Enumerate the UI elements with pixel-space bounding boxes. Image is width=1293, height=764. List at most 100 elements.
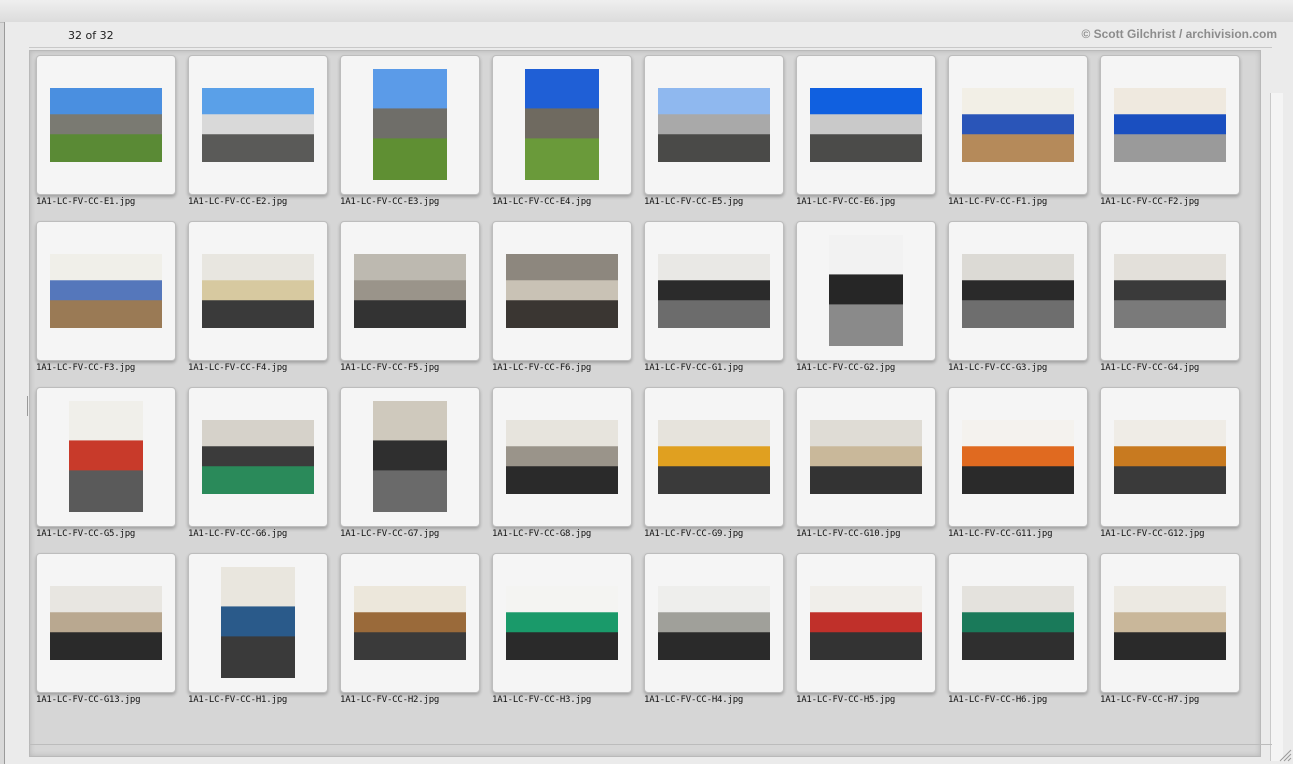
thumbnail-image[interactable] xyxy=(373,401,447,512)
thumbnail-image[interactable] xyxy=(1114,586,1226,660)
thumbnail-cell[interactable]: 1A1-LC-FV-CC-E6.jpg xyxy=(796,55,936,215)
thumbnail-frame[interactable] xyxy=(1100,387,1240,527)
vertical-scrollbar[interactable] xyxy=(1270,93,1283,761)
resize-grip-icon[interactable] xyxy=(1278,748,1292,762)
thumbnail-frame[interactable] xyxy=(948,387,1088,527)
thumbnail-cell[interactable]: 1A1-LC-FV-CC-G13.jpg xyxy=(36,553,176,713)
thumbnail-image[interactable] xyxy=(69,401,143,512)
thumbnail-image[interactable] xyxy=(962,88,1074,162)
thumbnail-cell[interactable]: 1A1-LC-FV-CC-E5.jpg xyxy=(644,55,784,215)
thumbnail-frame[interactable] xyxy=(796,55,936,195)
thumbnail-frame[interactable] xyxy=(1100,55,1240,195)
thumbnail-image[interactable] xyxy=(221,567,295,678)
thumbnail-image[interactable] xyxy=(202,88,314,162)
thumbnail-cell[interactable]: 1A1-LC-FV-CC-E1.jpg xyxy=(36,55,176,215)
thumbnail-cell[interactable]: 1A1-LC-FV-CC-G10.jpg xyxy=(796,387,936,547)
thumbnail-frame[interactable] xyxy=(340,55,480,195)
thumbnail-frame[interactable] xyxy=(36,553,176,693)
thumbnail-cell[interactable]: 1A1-LC-FV-CC-G3.jpg xyxy=(948,221,1088,381)
thumbnail-image[interactable] xyxy=(1114,420,1226,494)
thumbnail-image[interactable] xyxy=(829,235,903,346)
thumbnail-cell[interactable]: 1A1-LC-FV-CC-H1.jpg xyxy=(188,553,328,713)
thumbnail-image[interactable] xyxy=(658,586,770,660)
thumbnail-cell[interactable]: 1A1-LC-FV-CC-H2.jpg xyxy=(340,553,480,713)
thumbnail-frame[interactable] xyxy=(796,387,936,527)
thumbnail-image[interactable] xyxy=(525,69,599,180)
thumbnail-filename: 1A1-LC-FV-CC-H6.jpg xyxy=(948,695,1048,705)
thumbnail-image[interactable] xyxy=(50,88,162,162)
thumbnail-cell[interactable]: 1A1-LC-FV-CC-F2.jpg xyxy=(1100,55,1240,215)
thumbnail-frame[interactable] xyxy=(948,553,1088,693)
thumbnail-image[interactable] xyxy=(658,420,770,494)
thumbnail-image[interactable] xyxy=(810,88,922,162)
thumbnail-image[interactable] xyxy=(506,586,618,660)
thumbnail-cell[interactable]: 1A1-LC-FV-CC-G8.jpg xyxy=(492,387,632,547)
thumbnail-image[interactable] xyxy=(506,254,618,328)
thumbnail-frame[interactable] xyxy=(1100,221,1240,361)
thumbnail-frame[interactable] xyxy=(340,221,480,361)
thumbnail-frame[interactable] xyxy=(948,221,1088,361)
thumbnail-frame[interactable] xyxy=(188,387,328,527)
thumbnail-image[interactable] xyxy=(810,420,922,494)
thumbnail-frame[interactable] xyxy=(340,553,480,693)
thumbnail-image[interactable] xyxy=(506,420,618,494)
thumbnail-frame[interactable] xyxy=(948,55,1088,195)
thumbnail-cell[interactable]: 1A1-LC-FV-CC-G12.jpg xyxy=(1100,387,1240,547)
thumbnail-frame[interactable] xyxy=(492,221,632,361)
thumbnail-cell[interactable]: 1A1-LC-FV-CC-F1.jpg xyxy=(948,55,1088,215)
thumbnail-frame[interactable] xyxy=(36,387,176,527)
thumbnail-frame[interactable] xyxy=(492,387,632,527)
thumbnail-image[interactable] xyxy=(658,88,770,162)
thumbnail-cell[interactable]: 1A1-LC-FV-CC-G1.jpg xyxy=(644,221,784,381)
thumbnail-cell[interactable]: 1A1-LC-FV-CC-G6.jpg xyxy=(188,387,328,547)
thumbnail-cell[interactable]: 1A1-LC-FV-CC-G7.jpg xyxy=(340,387,480,547)
thumbnail-image[interactable] xyxy=(354,254,466,328)
thumbnail-frame[interactable] xyxy=(644,553,784,693)
thumbnail-frame[interactable] xyxy=(796,221,936,361)
thumbnail-frame[interactable] xyxy=(492,55,632,195)
thumbnail-image[interactable] xyxy=(1114,254,1226,328)
thumbnail-cell[interactable]: 1A1-LC-FV-CC-G2.jpg xyxy=(796,221,936,381)
thumbnail-image[interactable] xyxy=(202,254,314,328)
thumbnail-cell[interactable]: 1A1-LC-FV-CC-H7.jpg xyxy=(1100,553,1240,713)
thumbnail-image[interactable] xyxy=(962,254,1074,328)
thumbnail-image[interactable] xyxy=(658,254,770,328)
thumbnail-frame[interactable] xyxy=(796,553,936,693)
thumbnail-cell[interactable]: 1A1-LC-FV-CC-E4.jpg xyxy=(492,55,632,215)
thumbnail-cell[interactable]: 1A1-LC-FV-CC-F3.jpg xyxy=(36,221,176,381)
thumbnail-cell[interactable]: 1A1-LC-FV-CC-H5.jpg xyxy=(796,553,936,713)
thumbnail-cell[interactable]: 1A1-LC-FV-CC-F5.jpg xyxy=(340,221,480,381)
thumbnail-cell[interactable]: 1A1-LC-FV-CC-E3.jpg xyxy=(340,55,480,215)
lightbox-window: 32 of 32 © Scott Gilchrist / archivision… xyxy=(4,22,1293,764)
thumbnail-image[interactable] xyxy=(50,254,162,328)
thumbnail-cell[interactable]: 1A1-LC-FV-CC-H4.jpg xyxy=(644,553,784,713)
thumbnail-cell[interactable]: 1A1-LC-FV-CC-G5.jpg xyxy=(36,387,176,547)
thumbnail-image[interactable] xyxy=(202,420,314,494)
thumbnail-frame[interactable] xyxy=(36,55,176,195)
thumbnail-cell[interactable]: 1A1-LC-FV-CC-G9.jpg xyxy=(644,387,784,547)
thumbnail-image[interactable] xyxy=(1114,88,1226,162)
thumbnail-image[interactable] xyxy=(962,420,1074,494)
thumbnail-frame[interactable] xyxy=(188,553,328,693)
thumbnail-cell[interactable]: 1A1-LC-FV-CC-F4.jpg xyxy=(188,221,328,381)
thumbnail-image[interactable] xyxy=(354,586,466,660)
thumbnail-cell[interactable]: 1A1-LC-FV-CC-G11.jpg xyxy=(948,387,1088,547)
thumbnail-cell[interactable]: 1A1-LC-FV-CC-H3.jpg xyxy=(492,553,632,713)
thumbnail-image[interactable] xyxy=(962,586,1074,660)
thumbnail-frame[interactable] xyxy=(340,387,480,527)
thumbnail-image[interactable] xyxy=(373,69,447,180)
thumbnail-frame[interactable] xyxy=(644,55,784,195)
thumbnail-image[interactable] xyxy=(810,586,922,660)
thumbnail-image[interactable] xyxy=(50,586,162,660)
thumbnail-frame[interactable] xyxy=(492,553,632,693)
thumbnail-frame[interactable] xyxy=(188,221,328,361)
thumbnail-cell[interactable]: 1A1-LC-FV-CC-E2.jpg xyxy=(188,55,328,215)
thumbnail-frame[interactable] xyxy=(36,221,176,361)
thumbnail-frame[interactable] xyxy=(644,221,784,361)
thumbnail-frame[interactable] xyxy=(188,55,328,195)
thumbnail-cell[interactable]: 1A1-LC-FV-CC-G4.jpg xyxy=(1100,221,1240,381)
thumbnail-cell[interactable]: 1A1-LC-FV-CC-F6.jpg xyxy=(492,221,632,381)
thumbnail-frame[interactable] xyxy=(1100,553,1240,693)
thumbnail-cell[interactable]: 1A1-LC-FV-CC-H6.jpg xyxy=(948,553,1088,713)
thumbnail-frame[interactable] xyxy=(644,387,784,527)
